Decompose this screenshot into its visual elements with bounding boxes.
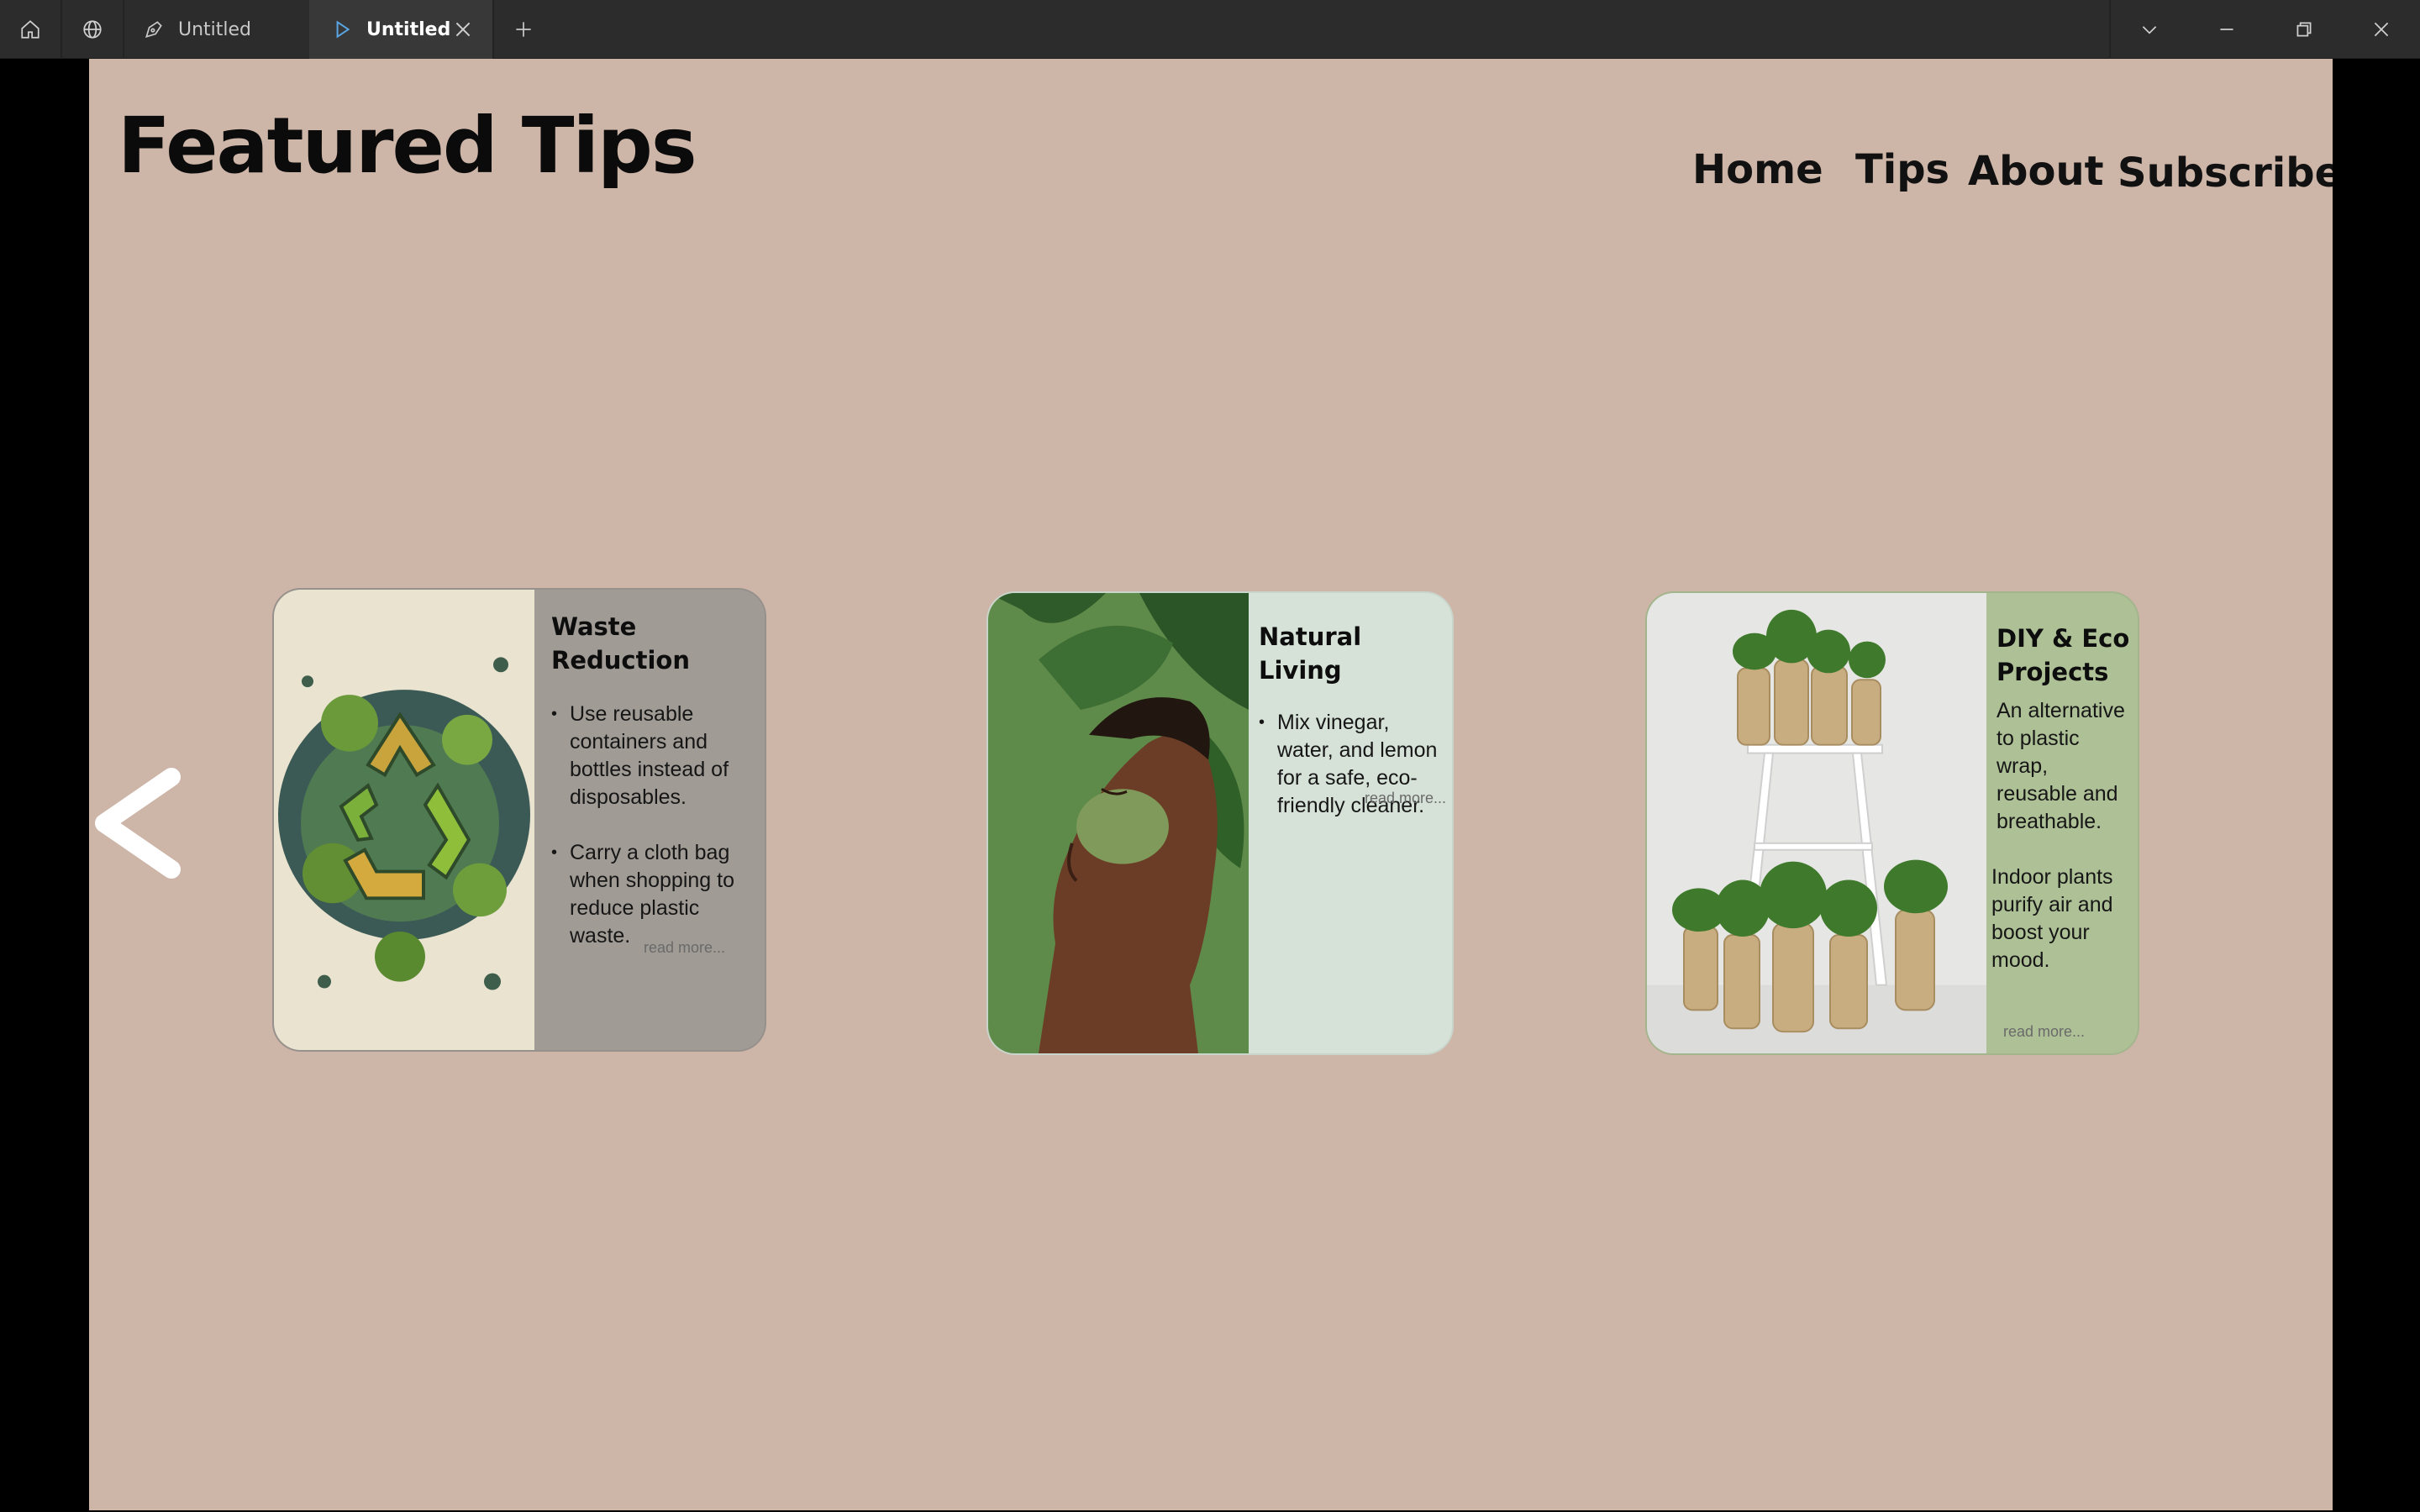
nav-home[interactable]: Home: [1692, 146, 1823, 193]
potted-plants-stand-image: [1647, 593, 1986, 1053]
tip-card-body: Waste Reduction Use reusable containers …: [534, 590, 765, 1050]
tip-card-title: Waste Reduction: [551, 612, 690, 675]
carousel-prev-button[interactable]: [89, 760, 190, 886]
read-more-link[interactable]: read more...: [2003, 1023, 2085, 1041]
tip-card-diy-eco-projects[interactable]: DIY & Eco Projects An alternative to pla…: [1645, 591, 2139, 1055]
tip-card-body: DIY & Eco Projects An alternative to pla…: [1986, 593, 2138, 1053]
tip-card-title: DIY & Eco Projects: [1996, 624, 2130, 686]
chevron-down-icon: [2142, 26, 2157, 34]
plus-icon: [516, 22, 531, 37]
tab-label: Untitled: [366, 18, 451, 40]
tip-paragraph: An alternative to plastic wrap, reusable…: [1996, 699, 2125, 833]
nav-about[interactable]: About: [1968, 148, 2104, 195]
tip-paragraph: Indoor plants purify air and boost your …: [1991, 865, 2113, 972]
read-more-link[interactable]: read more...: [644, 939, 725, 957]
minimize-button[interactable]: [2188, 0, 2265, 59]
list-item: Use reusable containers and bottles inst…: [551, 701, 748, 811]
face-mask-leaves-image: [988, 593, 1249, 1053]
minimize-icon: [2220, 29, 2233, 30]
tip-card-body: Natural Living Mix vinegar, water, and l…: [1249, 593, 1452, 1053]
nav-subscribe[interactable]: Subscribe: [2118, 150, 2333, 197]
nav-tips[interactable]: Tips: [1855, 146, 1949, 193]
tab-list-button[interactable]: [2111, 0, 2188, 59]
tip-card-title: Natural Living: [1259, 622, 1362, 685]
globe-button[interactable]: [62, 0, 123, 59]
restore-button[interactable]: [2265, 0, 2343, 59]
globe-icon: [83, 20, 102, 39]
close-window-button[interactable]: [2343, 0, 2420, 59]
restore-icon: [2296, 22, 2312, 37]
list-item: Carry a cloth bag when shopping to reduc…: [551, 839, 748, 950]
tip-list: Use reusable containers and bottles inst…: [551, 701, 748, 950]
close-tab-icon[interactable]: [452, 18, 474, 40]
recycle-leaves-image: [274, 590, 534, 1050]
tip-card-natural-living[interactable]: Natural Living Mix vinegar, water, and l…: [986, 591, 1454, 1055]
new-tab-button[interactable]: [496, 0, 551, 59]
home-icon: [21, 20, 39, 39]
tab-label: Untitled: [178, 18, 252, 40]
home-button[interactable]: [0, 0, 60, 59]
browser-titlebar: Untitled Untitled: [0, 0, 2420, 59]
page-title: Featured Tips: [118, 101, 697, 191]
chevron-left-icon: [95, 768, 181, 879]
tip-card-waste-reduction[interactable]: Waste Reduction Use reusable containers …: [272, 588, 766, 1052]
tab-untitled-1[interactable]: Untitled: [124, 0, 308, 59]
read-more-link[interactable]: read more...: [1365, 790, 1446, 807]
titlebar-separator: [492, 0, 494, 59]
web-page: Featured Tips Home Tips About Subscribe: [89, 59, 2333, 1510]
close-icon: [2374, 22, 2389, 37]
pen-tool-icon: [143, 18, 165, 40]
play-icon: [331, 18, 353, 40]
tab-untitled-2[interactable]: Untitled: [309, 0, 492, 59]
